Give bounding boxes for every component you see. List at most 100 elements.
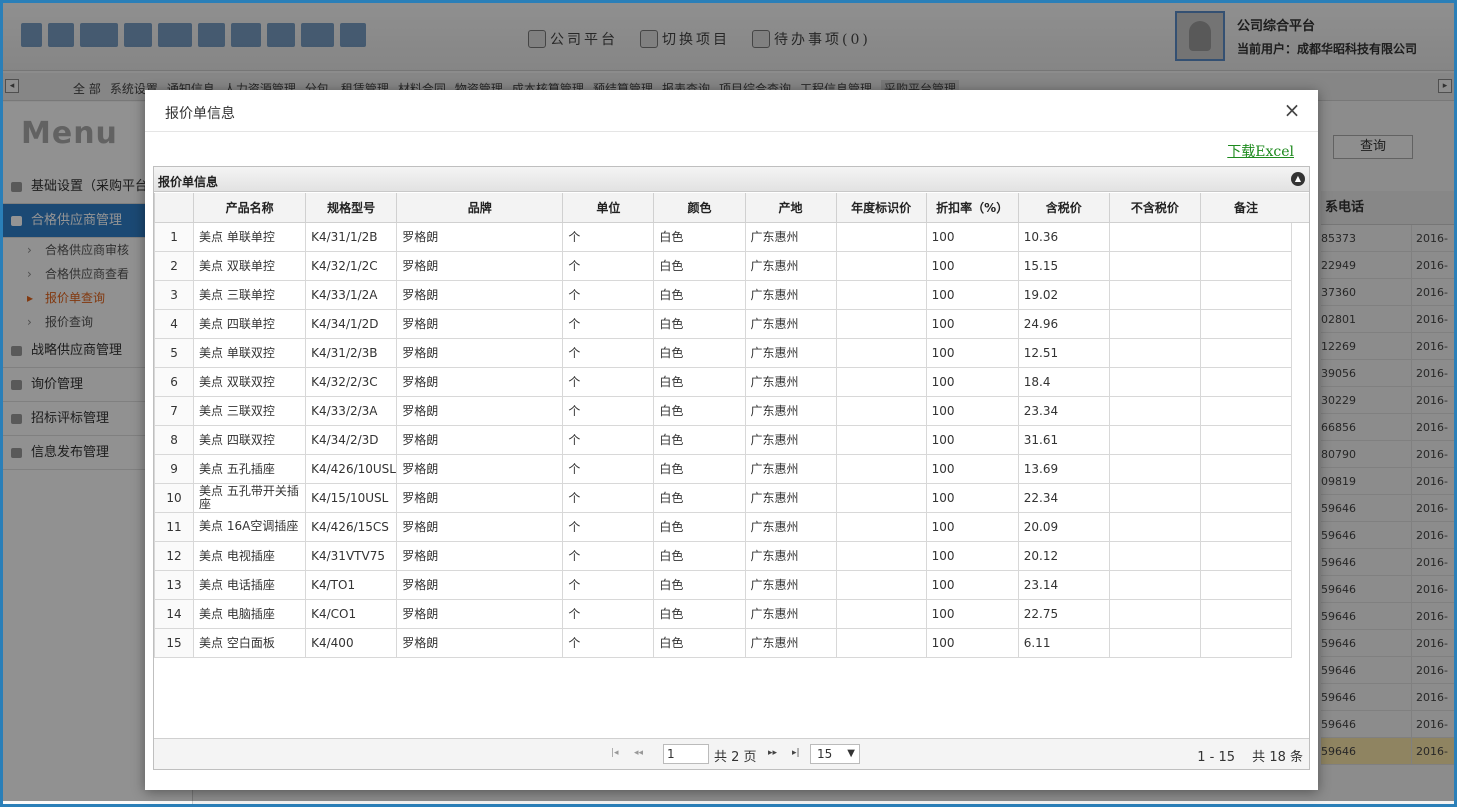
record-summary: 1 - 15 共 18 条 [1197,750,1303,765]
cell-tax-price: 10.36 [1017,221,1110,252]
column-header[interactable]: 产地 [744,193,837,223]
cell-brand: 罗格朗 [396,308,564,339]
cell-note [1199,511,1293,542]
cell-origin: 广东惠州 [744,627,837,658]
cell-unit: 个 [562,221,655,252]
last-page-icon[interactable]: ▸| [792,748,800,758]
cell-discount: 100 [925,424,1019,455]
pagination-bar: |◂ ◂◂ 1 共 2 页 ▸▸ ▸| 15 ▼ 1 - 15 共 18 条 [154,738,1309,769]
cell-notax-price [1108,627,1201,658]
table-row[interactable]: 14 美点 电脑插座 K4/CO1 罗格朗个白色 广东惠州 100 22.75 [153,598,1293,629]
column-header[interactable]: 品牌 [396,193,564,223]
panel-title: 报价单信息 [158,175,219,189]
table-row[interactable]: 6 美点 双联双控 K4/32/2/3C 罗格朗个白色 广东惠州 100 18.4 [153,366,1293,397]
column-header[interactable]: 含税价 [1017,193,1110,223]
cell-no: 1 [153,221,195,252]
cell-annual [835,482,927,513]
table-row[interactable]: 10 美点 五孔带开关插座 K4/15/10USL 罗格朗个白色 广东惠州 100 22.3… [153,482,1293,513]
cell-color: 白色 [653,598,746,629]
table-row[interactable]: 13 美点 电话插座 K4/TO1 罗格朗个白色 广东惠州 100 23.14 [153,569,1293,600]
total-pages: 共 2 页 [714,750,757,765]
table-row[interactable]: 12 美点 电视插座 K4/31VTV75 罗格朗个白色 广东惠州 100 20.12 [153,540,1293,571]
cell-name: 美点 三联双控 [193,395,307,426]
cell-color: 白色 [653,569,746,600]
panel-header: 报价单信息 ▲ [154,167,1309,192]
cell-no: 3 [153,279,195,310]
cell-discount: 100 [925,598,1019,629]
table-row[interactable]: 7 美点 三联双控 K4/33/2/3A 罗格朗个白色 广东惠州 100 23.34 [153,395,1293,426]
cell-color: 白色 [653,627,746,658]
table-row[interactable]: 11 美点 16A空调插座 K4/426/15CS 罗格朗个白色 广东惠州 100 20.0… [153,511,1293,542]
cell-origin: 广东惠州 [744,569,837,600]
cell-unit: 个 [562,250,655,281]
cell-origin: 广东惠州 [744,453,837,484]
column-header[interactable]: 单位 [562,193,655,223]
table-row[interactable]: 2 美点 双联单控 K4/32/1/2C 罗格朗个白色 广东惠州 100 15.15 [153,250,1293,281]
close-icon[interactable]: × [1282,100,1302,120]
cell-notax-price [1108,598,1201,629]
column-header[interactable]: 颜色 [653,193,746,223]
cell-origin: 广东惠州 [744,424,837,455]
cell-tax-price: 19.02 [1017,279,1110,310]
cell-no: 5 [153,337,195,368]
page-number-input[interactable]: 1 [663,744,709,764]
cell-unit: 个 [562,337,655,368]
cell-brand: 罗格朗 [396,511,564,542]
cell-name: 美点 电话插座 [193,569,307,600]
cell-name: 美点 四联单控 [193,308,307,339]
cell-color: 白色 [653,308,746,339]
cell-origin: 广东惠州 [744,221,837,252]
column-header[interactable]: 年度标识价 [835,193,927,223]
cell-model: K4/400 [305,627,398,658]
column-header[interactable]: 规格型号 [305,193,398,223]
table-row[interactable]: 3 美点 三联单控 K4/33/1/2A 罗格朗个白色 广东惠州 100 19.02 [153,279,1293,310]
table-row[interactable]: 15 美点 空白面板 K4/400 罗格朗个白色 广东惠州 100 6.11 [153,627,1293,658]
cell-unit: 个 [562,482,655,513]
table-row[interactable]: 1 美点 单联单控 K4/31/1/2B 罗格朗个白色 广东惠州 100 10.36 [153,221,1293,252]
cell-brand: 罗格朗 [396,279,564,310]
cell-tax-price: 20.09 [1017,511,1110,542]
first-page-icon[interactable]: |◂ [611,748,619,758]
cell-no: 6 [153,366,195,397]
cell-unit: 个 [562,540,655,571]
table-row[interactable]: 5 美点 单联双控 K4/31/2/3B 罗格朗个白色 广东惠州 100 12.51 [153,337,1293,368]
cell-model: K4/CO1 [305,598,398,629]
cell-name: 美点 五孔插座 [193,453,307,484]
prev-page-icon[interactable]: ◂◂ [634,748,643,758]
cell-no: 9 [153,453,195,484]
cell-notax-price [1108,424,1201,455]
cell-origin: 广东惠州 [744,308,837,339]
cell-annual [835,627,927,658]
cell-annual [835,395,927,426]
table-row[interactable]: 8 美点 四联双控 K4/34/2/3D 罗格朗个白色 广东惠州 100 31.61 [153,424,1293,455]
cell-tax-price: 20.12 [1017,540,1110,571]
cell-color: 白色 [653,395,746,426]
cell-note [1199,250,1293,281]
scrollbar-corner [1291,193,1309,223]
cell-annual [835,598,927,629]
cell-tax-price: 22.75 [1017,598,1110,629]
next-page-icon[interactable]: ▸▸ [768,748,777,758]
page-size-select[interactable]: 15 ▼ [810,744,860,764]
cell-brand: 罗格朗 [396,482,564,513]
column-header[interactable]: 折扣率（%） [925,193,1019,223]
download-excel-link[interactable]: 下载Excel [1227,141,1294,161]
table-row[interactable]: 4 美点 四联单控 K4/34/1/2D 罗格朗个白色 广东惠州 100 24.96 [153,308,1293,339]
cell-notax-price [1108,279,1201,310]
column-header[interactable]: 备注 [1199,193,1293,223]
column-header[interactable]: 不含税价 [1108,193,1201,223]
cell-notax-price [1108,337,1201,368]
collapse-icon[interactable]: ▲ [1291,172,1305,186]
cell-name: 美点 单联双控 [193,337,307,368]
cell-color: 白色 [653,366,746,397]
column-header[interactable]: 产品名称 [193,193,307,223]
column-header[interactable] [153,193,195,223]
cell-annual [835,366,927,397]
cell-color: 白色 [653,279,746,310]
cell-note [1199,395,1293,426]
cell-tax-price: 22.34 [1017,482,1110,513]
cell-unit: 个 [562,511,655,542]
table-row[interactable]: 9 美点 五孔插座 K4/426/10USL 罗格朗个白色 广东惠州 100 13.69 [153,453,1293,484]
cell-model: K4/32/1/2C [305,250,398,281]
cell-model: K4/31/1/2B [305,221,398,252]
